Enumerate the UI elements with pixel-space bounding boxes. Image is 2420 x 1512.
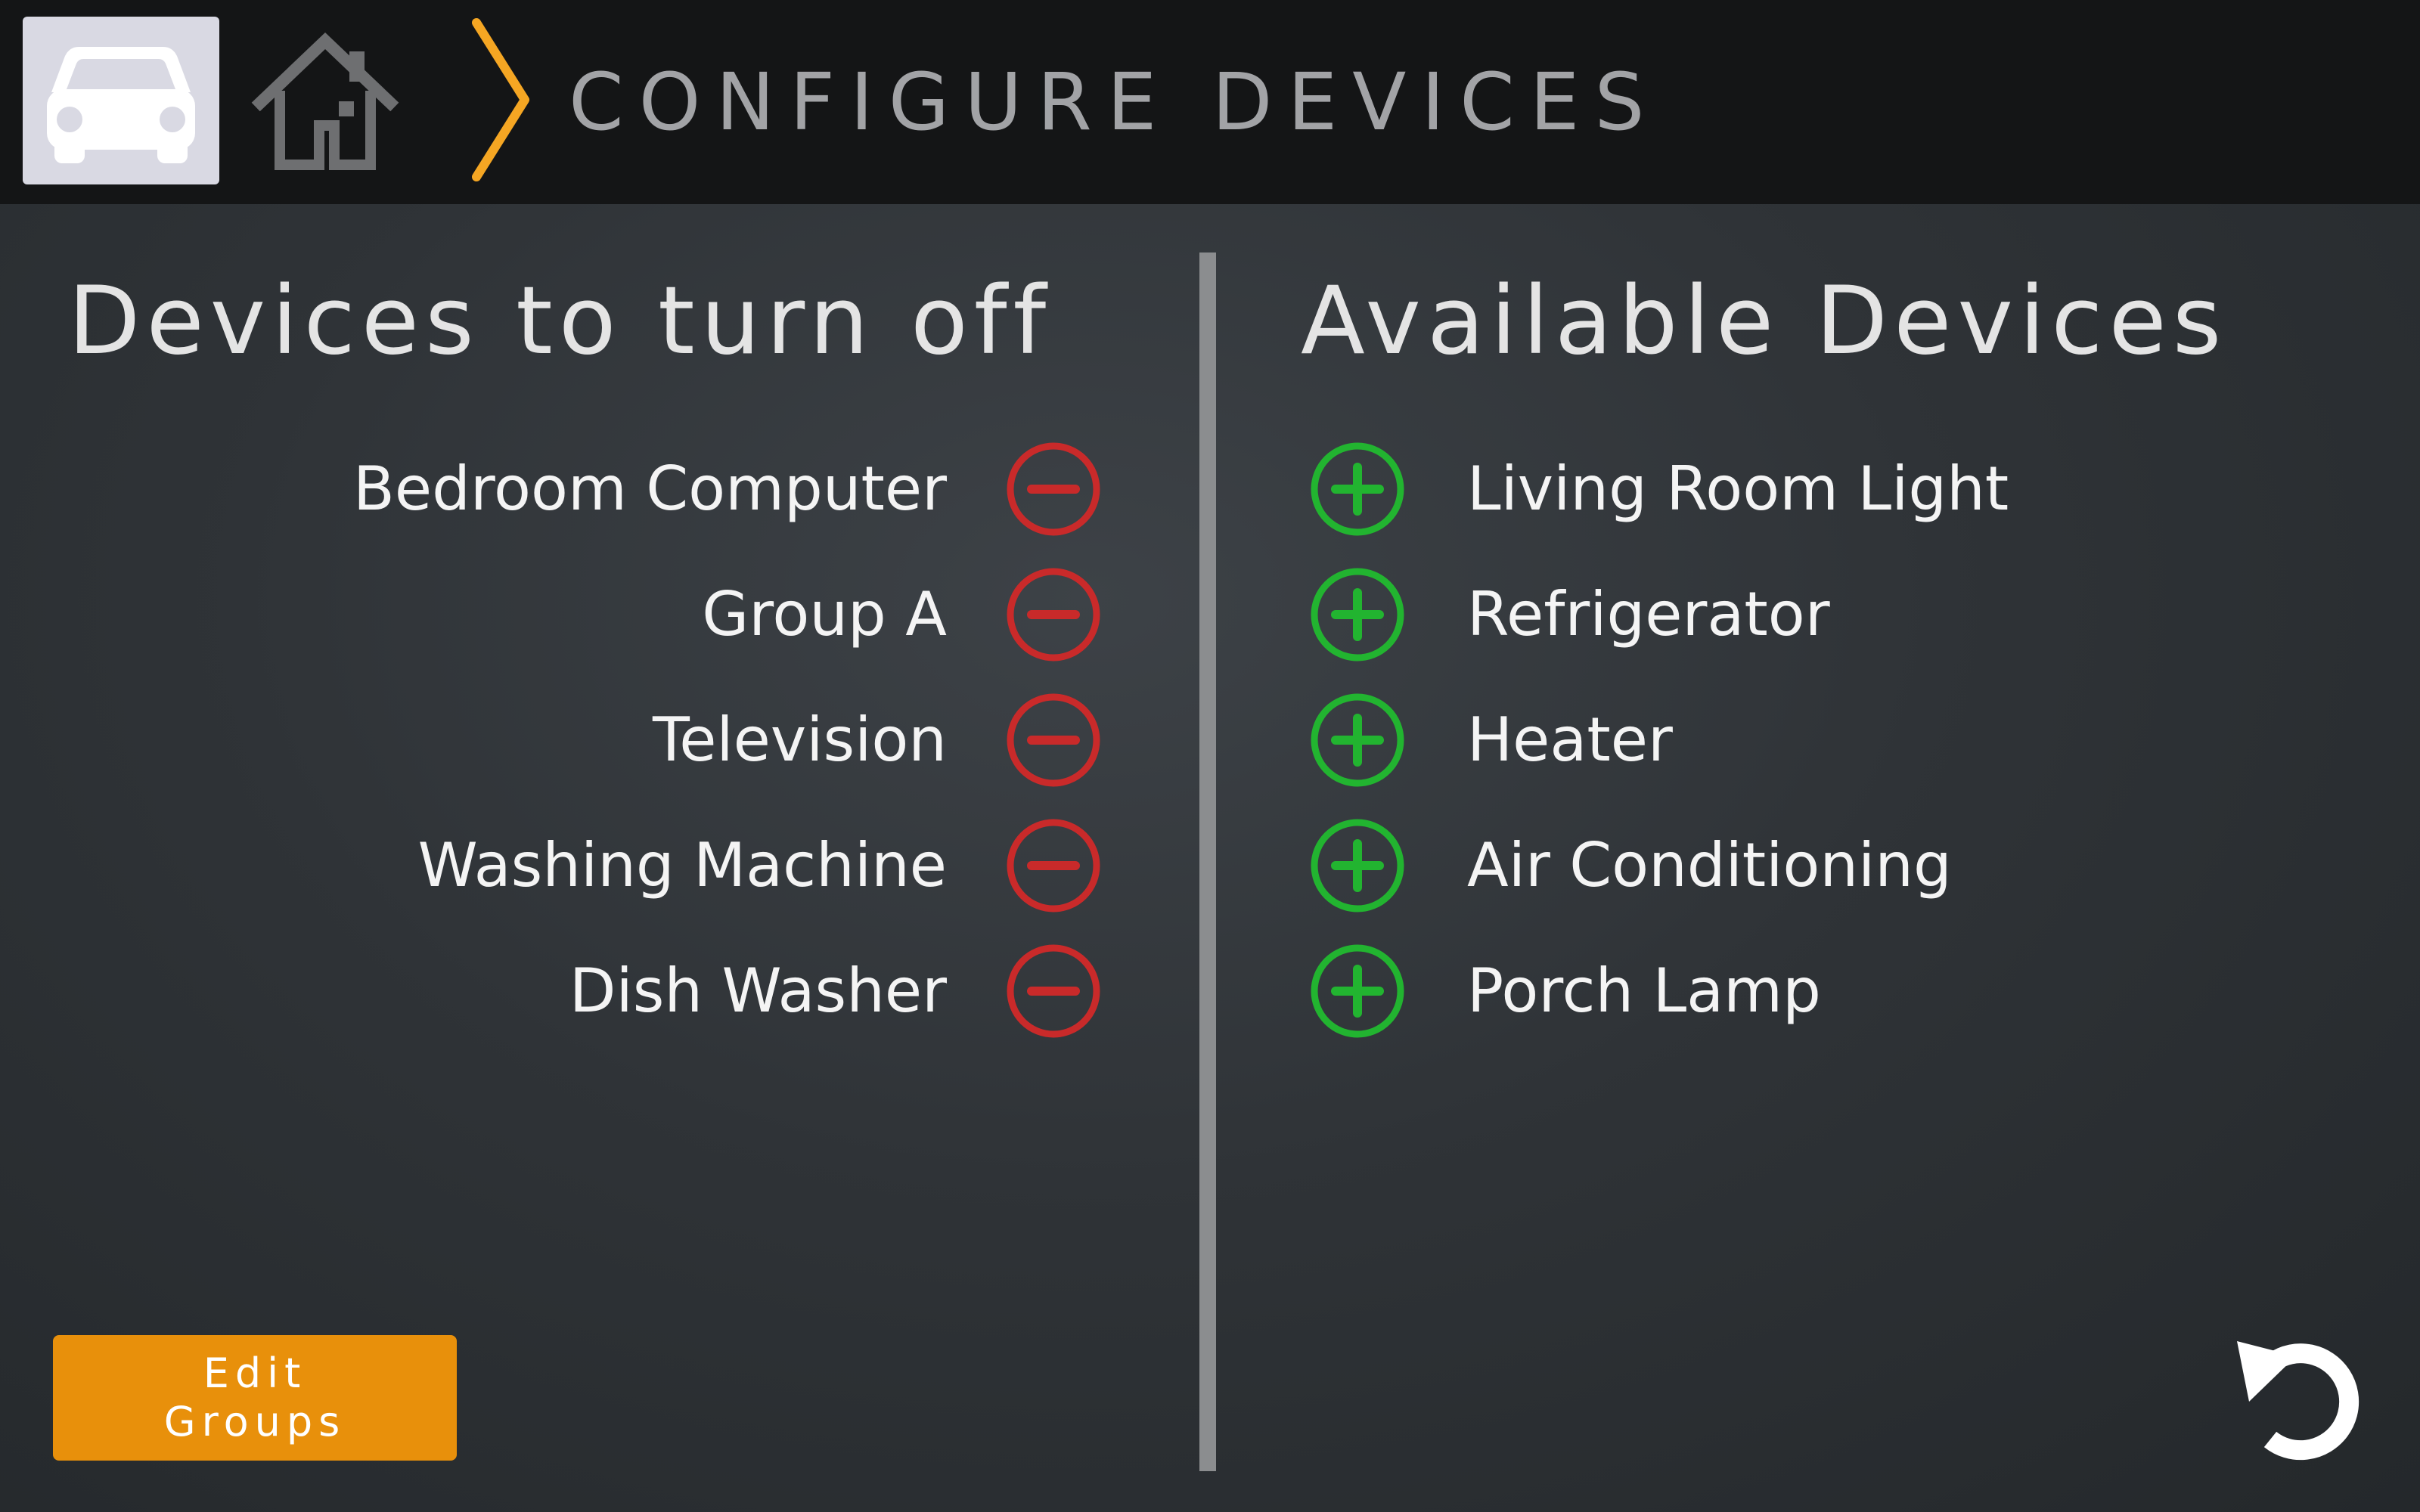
undo-icon[interactable] bbox=[2223, 1329, 2367, 1473]
edit-groups-button[interactable]: Edit Groups bbox=[53, 1335, 457, 1461]
main-panel: Devices to turn off Available Devices Be… bbox=[0, 204, 2420, 1512]
list-item-living-room-light: Living Room Light bbox=[1301, 440, 2284, 538]
home-icon bbox=[251, 32, 399, 170]
list-item-group-a: Group A bbox=[0, 565, 1119, 664]
list-item-bedroom-computer: Bedroom Computer bbox=[0, 440, 1119, 538]
plus-circle-icon[interactable] bbox=[1310, 692, 1405, 788]
chevron-right-icon bbox=[472, 18, 529, 181]
plus-circle-icon[interactable] bbox=[1310, 818, 1405, 913]
list-item-refrigerator: Refrigerator bbox=[1301, 565, 2284, 664]
list-item-washing-machine: Washing Machine bbox=[0, 816, 1119, 915]
device-label: Heater bbox=[1467, 705, 1673, 775]
edit-groups-label-line1: Edit bbox=[203, 1349, 307, 1397]
device-label: Television bbox=[652, 705, 947, 775]
device-label: Refrigerator bbox=[1467, 579, 1830, 649]
page-title: CONFIGURE DEVICES bbox=[569, 56, 1660, 148]
device-label: Group A bbox=[702, 579, 947, 649]
list-item-porch-lamp: Porch Lamp bbox=[1301, 942, 2284, 1040]
minus-circle-icon[interactable] bbox=[1006, 567, 1101, 662]
device-label: Porch Lamp bbox=[1467, 956, 1821, 1026]
device-label: Living Room Light bbox=[1467, 454, 2009, 524]
plus-circle-icon[interactable] bbox=[1310, 567, 1405, 662]
car-icon bbox=[47, 47, 195, 163]
list-item-dish-washer: Dish Washer bbox=[0, 942, 1119, 1040]
list-item-heater: Heater bbox=[1301, 691, 2284, 789]
plus-circle-icon[interactable] bbox=[1310, 442, 1405, 537]
list-item-television: Television bbox=[0, 691, 1119, 789]
device-label: Air Conditioning bbox=[1467, 830, 1952, 900]
car-mode-button[interactable] bbox=[23, 17, 219, 184]
device-label: Bedroom Computer bbox=[353, 454, 947, 524]
device-label: Dish Washer bbox=[569, 956, 947, 1026]
app-window: CONFIGURE DEVICES Devices to turn off Av… bbox=[0, 0, 2420, 1512]
top-bar: CONFIGURE DEVICES bbox=[0, 0, 2420, 204]
column-divider bbox=[1199, 253, 1216, 1471]
list-item-air-conditioning: Air Conditioning bbox=[1301, 816, 2284, 915]
plus-circle-icon[interactable] bbox=[1310, 943, 1405, 1039]
minus-circle-icon[interactable] bbox=[1006, 442, 1101, 537]
devices-to-turn-off-heading: Devices to turn off bbox=[68, 267, 1053, 376]
available-devices-heading: Available Devices bbox=[1301, 267, 2228, 376]
minus-circle-icon[interactable] bbox=[1006, 818, 1101, 913]
minus-circle-icon[interactable] bbox=[1006, 943, 1101, 1039]
home-button[interactable] bbox=[250, 30, 401, 174]
device-label: Washing Machine bbox=[417, 830, 947, 900]
minus-circle-icon[interactable] bbox=[1006, 692, 1101, 788]
edit-groups-label-line2: Groups bbox=[163, 1398, 346, 1445]
